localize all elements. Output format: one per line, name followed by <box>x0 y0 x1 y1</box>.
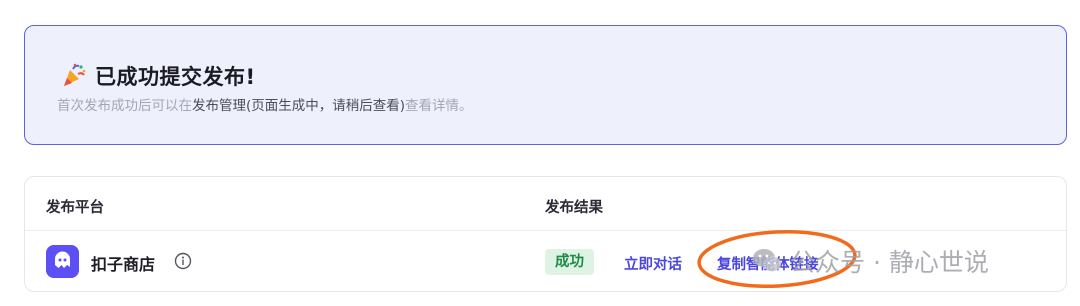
desc-prefix: 首次发布成功后可以在 <box>57 98 192 114</box>
success-banner: 已成功提交发布! 首次发布成功后可以在发布管理(页面生成中，请稍后查看)查看详情… <box>24 25 1067 145</box>
desc-suffix: 查看详情。 <box>405 98 473 114</box>
header-result: 发布结果 <box>545 200 603 216</box>
coze-logo-icon <box>46 245 79 278</box>
info-icon[interactable] <box>174 252 192 270</box>
publish-management-text: 发布管理(页面生成中，请稍后查看) <box>192 98 406 114</box>
wechat-icon <box>753 249 781 272</box>
watermark-text: 公众号 · 静心世说 <box>790 248 989 277</box>
watermark: 公众号 · 静心世说 <box>750 243 989 279</box>
header-platform: 发布平台 <box>46 200 104 216</box>
banner-description: 首次发布成功后可以在发布管理(页面生成中，请稍后查看)查看详情。 <box>57 94 473 114</box>
platform-name: 扣子商店 <box>91 255 156 274</box>
banner-title: 已成功提交发布! <box>95 65 256 89</box>
status-badge: 成功 <box>545 249 594 275</box>
table-header: 发布平台 发布结果 <box>25 177 1066 231</box>
chat-now-link[interactable]: 立即对话 <box>624 253 682 274</box>
party-popper-icon <box>64 63 86 86</box>
